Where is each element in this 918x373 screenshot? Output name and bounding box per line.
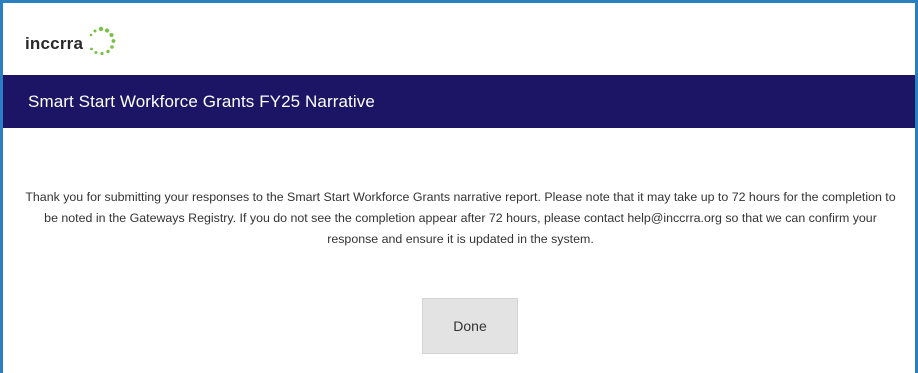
dotted-circle-logo-icon: [84, 25, 118, 59]
logo-bar: inccrra: [3, 3, 915, 75]
logo-text: inccrra: [25, 34, 84, 53]
page-header: Smart Start Workforce Grants FY25 Narrat…: [3, 75, 915, 128]
page-frame: inccrra Smart Start Workforce Grants FY2…: [0, 0, 918, 373]
confirmation-message: Thank you for submitting your responses …: [25, 190, 896, 246]
page-title: Smart Start Workforce Grants FY25 Narrat…: [28, 91, 375, 111]
done-button[interactable]: Done: [422, 298, 518, 354]
inccrra-logo[interactable]: inccrra: [25, 25, 118, 65]
